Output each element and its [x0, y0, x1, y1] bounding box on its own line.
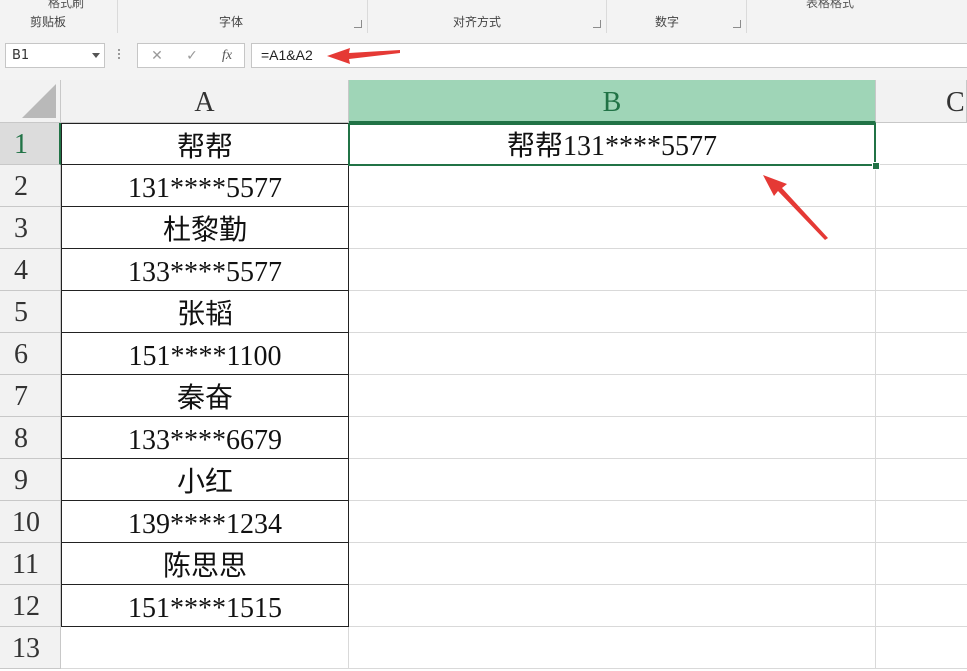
- cell-a8[interactable]: 133****6679: [61, 417, 349, 459]
- cell-b7[interactable]: [349, 375, 876, 417]
- clipboard-group-label: 剪贴板: [30, 15, 67, 29]
- formula-bar-row: B1 ✕ ✓ fx =A1&A2: [0, 34, 967, 80]
- cell-b3[interactable]: [349, 207, 876, 249]
- formula-input[interactable]: =A1&A2: [251, 43, 967, 68]
- format-painter-label[interactable]: 格式刷: [48, 0, 84, 11]
- worksheet-grid: A B C 1 帮帮 帮帮131****5577 2 131****5577 3 杜黎勤 4 1…: [0, 80, 967, 669]
- cell-c1[interactable]: [876, 123, 967, 165]
- number-group-label: 数字: [655, 15, 680, 29]
- cell-a13[interactable]: [61, 627, 349, 669]
- row-header-1[interactable]: 1: [0, 123, 61, 165]
- select-all-icon: [22, 84, 56, 118]
- row-header-10[interactable]: 10: [0, 501, 61, 543]
- row-header-12[interactable]: 12: [0, 585, 61, 627]
- cell-b8[interactable]: [349, 417, 876, 459]
- cell-b9[interactable]: [349, 459, 876, 501]
- ribbon-divider: [117, 0, 118, 33]
- name-box-value: B1: [12, 48, 30, 63]
- font-group-label: 字体: [219, 15, 244, 29]
- cell-a6[interactable]: 151****1100: [61, 333, 349, 375]
- cell-b10[interactable]: [349, 501, 876, 543]
- enter-icon[interactable]: ✓: [181, 46, 203, 66]
- row-header-3[interactable]: 3: [0, 207, 61, 249]
- alignment-group-label: 对齐方式: [453, 15, 502, 29]
- cell-b6[interactable]: [349, 333, 876, 375]
- row-header-9[interactable]: 9: [0, 459, 61, 501]
- cell-c11[interactable]: [876, 543, 967, 585]
- ribbon-divider: [606, 0, 607, 33]
- name-box[interactable]: B1: [5, 43, 105, 68]
- drag-handle-icon[interactable]: [118, 49, 121, 61]
- cell-b1[interactable]: 帮帮131****5577: [349, 123, 876, 165]
- fill-handle[interactable]: [872, 162, 880, 170]
- cell-b4[interactable]: [349, 249, 876, 291]
- cell-c3[interactable]: [876, 207, 967, 249]
- row-header-4[interactable]: 4: [0, 249, 61, 291]
- cell-c12[interactable]: [876, 585, 967, 627]
- cell-a7[interactable]: 秦奋: [61, 375, 349, 417]
- cell-c4[interactable]: [876, 249, 967, 291]
- cell-b5[interactable]: [349, 291, 876, 333]
- insert-function-icon[interactable]: fx: [216, 46, 238, 66]
- cell-c2[interactable]: [876, 165, 967, 207]
- row-header-5[interactable]: 5: [0, 291, 61, 333]
- cell-a9[interactable]: 小红: [61, 459, 349, 501]
- row-header-13[interactable]: 13: [0, 627, 61, 669]
- cell-a1[interactable]: 帮帮: [61, 123, 349, 165]
- cell-a10[interactable]: 139****1234: [61, 501, 349, 543]
- row-header-7[interactable]: 7: [0, 375, 61, 417]
- column-header-c[interactable]: C: [876, 80, 967, 123]
- cell-a11[interactable]: 陈思思: [61, 543, 349, 585]
- cell-b11[interactable]: [349, 543, 876, 585]
- cell-a2[interactable]: 131****5577: [61, 165, 349, 207]
- cell-b12[interactable]: [349, 585, 876, 627]
- cell-c6[interactable]: [876, 333, 967, 375]
- row-header-8[interactable]: 8: [0, 417, 61, 459]
- formula-buttons: ✕ ✓ fx: [137, 43, 245, 68]
- row-header-11[interactable]: 11: [0, 543, 61, 585]
- number-launcher-icon[interactable]: [733, 20, 741, 28]
- ribbon: 格式刷 剪贴板 字体 对齐方式 数字 表格格式: [0, 0, 967, 35]
- cell-a3[interactable]: 杜黎勤: [61, 207, 349, 249]
- table-style-label[interactable]: 表格格式: [806, 0, 854, 11]
- cell-a5[interactable]: 张韬: [61, 291, 349, 333]
- cell-c5[interactable]: [876, 291, 967, 333]
- cell-c13[interactable]: [876, 627, 967, 669]
- alignment-launcher-icon[interactable]: [593, 20, 601, 28]
- font-launcher-icon[interactable]: [354, 20, 362, 28]
- cell-b13[interactable]: [349, 627, 876, 669]
- cell-a12[interactable]: 151****1515: [61, 585, 349, 627]
- cancel-icon[interactable]: ✕: [146, 46, 168, 66]
- chevron-down-icon[interactable]: [92, 53, 100, 58]
- cell-c10[interactable]: [876, 501, 967, 543]
- select-all-button[interactable]: [0, 80, 61, 123]
- column-header-a[interactable]: A: [61, 80, 349, 123]
- ribbon-divider: [746, 0, 747, 33]
- cell-c8[interactable]: [876, 417, 967, 459]
- cell-a4[interactable]: 133****5577: [61, 249, 349, 291]
- row-header-2[interactable]: 2: [0, 165, 61, 207]
- cell-c7[interactable]: [876, 375, 967, 417]
- row-header-6[interactable]: 6: [0, 333, 61, 375]
- cell-c9[interactable]: [876, 459, 967, 501]
- column-header-b[interactable]: B: [349, 80, 876, 123]
- cell-b2[interactable]: [349, 165, 876, 207]
- ribbon-divider: [367, 0, 368, 33]
